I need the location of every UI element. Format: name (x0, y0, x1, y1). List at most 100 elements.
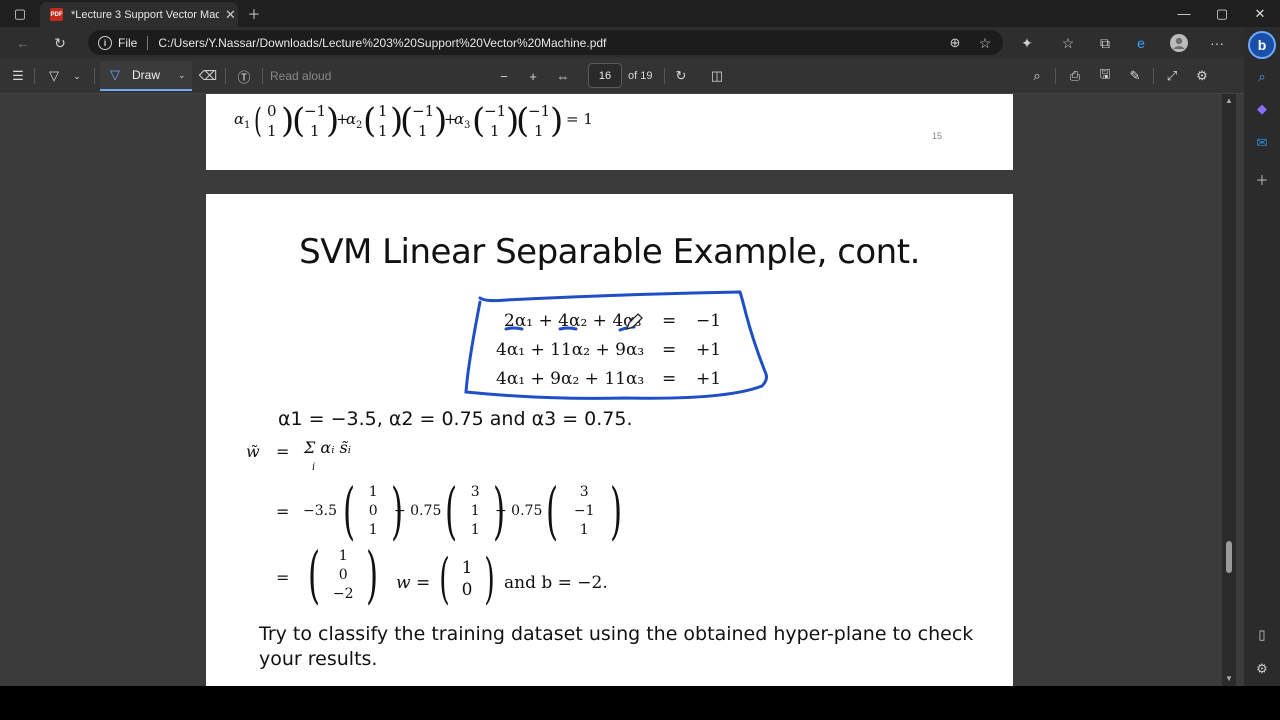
draw-options-chevron-icon[interactable]: ⌄ (178, 70, 186, 81)
alpha-solution: α1 = −3.5, α2 = 0.75 and α3 = 0.75. (278, 408, 633, 430)
save-as-icon[interactable]: ✎ (1125, 64, 1145, 88)
add-text-icon[interactable]: Ⓣ (234, 64, 254, 88)
scroll-thumb[interactable] (1226, 541, 1232, 573)
address-bar[interactable]: i File C:/Users/Y.Nassar/Downloads/Lectu… (88, 30, 1003, 55)
browser-window: ▢ PDF *Lecture 3 Support Vector Machine … (0, 0, 1280, 720)
profile-avatar[interactable] (1167, 31, 1191, 55)
highlight-options-chevron-icon[interactable]: ⌄ (70, 64, 84, 88)
edge-sidebar: b ⌕ ◆ ✉ ＋ ▯ ⚙ (1244, 27, 1280, 686)
fullscreen-icon[interactable]: ⤢ (1162, 64, 1182, 88)
address-url[interactable]: C:/Users/Y.Nassar/Downloads/Lecture%203%… (158, 36, 606, 50)
copilot-icon[interactable]: b (1248, 31, 1276, 59)
draw-button[interactable]: ▽ Draw ⌄ (100, 61, 192, 91)
svg-text:(: ( (254, 100, 262, 140)
svg-text:−1: −1 (304, 102, 326, 120)
sidebar-search-icon[interactable]: ⌕ (1250, 65, 1274, 89)
svg-text:1: 1 (267, 122, 277, 140)
vector-value: 1 (338, 547, 348, 564)
zoom-out-icon[interactable]: − (494, 64, 514, 88)
equals-sign-2: = (276, 502, 290, 521)
settings-icon[interactable]: ⚙ (1192, 64, 1212, 88)
info-icon[interactable]: i (98, 35, 112, 50)
vector-value: 1 (470, 521, 480, 538)
edge-shopping-icon[interactable]: e (1129, 31, 1153, 55)
zoom-in-icon[interactable]: + (523, 64, 543, 88)
left-paren: ( (445, 474, 458, 547)
eraser-icon[interactable]: ⌫ (198, 64, 218, 88)
save-icon[interactable]: 🖫 (1095, 64, 1115, 88)
toolbar-divider (664, 68, 665, 84)
equals-sign-3: = (276, 568, 290, 587)
svg-text:= 1: = 1 (566, 110, 593, 128)
w-label: w = (396, 573, 431, 593)
vector-value: 3 (470, 483, 480, 500)
left-paren: ( (343, 474, 356, 547)
more-menu-icon[interactable]: ··· (1205, 31, 1229, 55)
svg-text:−1: −1 (528, 102, 550, 120)
sidebar-settings-icon[interactable]: ⚙ (1250, 657, 1274, 681)
svg-text:α: α (234, 110, 244, 128)
vector-s3: ( 3 −1 1 ) (540, 480, 628, 542)
right-paren: ) (610, 474, 623, 547)
maximize-icon[interactable]: ▢ (1202, 0, 1242, 27)
page-number-input[interactable]: 16 (588, 63, 622, 88)
system-eq-2-rhs: +1 (696, 340, 722, 360)
coefficient-1: −3.5 (303, 503, 337, 519)
left-paren: ( (546, 474, 559, 547)
add-favorite-icon[interactable]: ☆ (973, 31, 997, 55)
search-icon[interactable]: ⌕ (1027, 64, 1047, 88)
bottom-band (0, 686, 1280, 720)
vertical-scrollbar[interactable]: ▲ ▼ (1222, 94, 1236, 686)
rotate-icon[interactable]: ↻ (671, 64, 691, 88)
highlight-icon[interactable]: ▽ (44, 64, 64, 88)
right-paren: ) (366, 538, 379, 611)
favorites-icon[interactable]: ☆ (1056, 31, 1080, 55)
toolbar-divider (262, 68, 263, 84)
collections-icon[interactable]: ⧉ (1093, 31, 1117, 55)
close-window-icon[interactable]: ✕ (1240, 0, 1280, 27)
vector-value: 1 (368, 483, 378, 500)
pdf-file-icon: PDF (50, 8, 63, 21)
back-icon[interactable]: ← (11, 31, 35, 55)
sidebar-add-icon[interactable]: ＋ (1250, 167, 1274, 191)
refresh-icon[interactable]: ↻ (48, 31, 72, 55)
sidebar-app-icon[interactable]: ◆ (1250, 97, 1274, 121)
sidebar-toggle-icon[interactable]: ▯ (1250, 623, 1274, 647)
svg-text:−1: −1 (484, 102, 506, 120)
toolbar-divider (34, 68, 35, 84)
sum-index: i (312, 462, 316, 473)
toolbar-divider (1153, 68, 1154, 84)
address-divider (147, 35, 149, 50)
zoom-icon[interactable]: ⊕ (943, 31, 967, 55)
browser-tab[interactable]: PDF *Lecture 3 Support Vector Machine ✕ (40, 2, 238, 27)
system-eq-2-lhs: 4α₁ + 11α₂ + 9α₃ (496, 340, 645, 360)
scroll-down-icon[interactable]: ▼ (1225, 674, 1233, 683)
pen-cursor-icon (625, 313, 643, 331)
read-aloud-button[interactable]: Read aloud (270, 64, 331, 88)
scroll-up-icon[interactable]: ▲ (1225, 96, 1233, 105)
fit-page-icon[interactable]: ⇔ (553, 64, 573, 88)
left-paren: ( (439, 547, 450, 610)
tab-actions-icon[interactable]: ▢ (0, 0, 40, 27)
svg-text:α: α (346, 110, 356, 128)
b-value: and b = −2. (504, 573, 608, 593)
extensions-icon[interactable]: ✦ (1015, 31, 1039, 55)
page-total: of 19 (628, 70, 653, 82)
pdf-viewer[interactable]: α1 ( 01 ) ( −1 1 ) + α 2 ( 11 ) ( −1 1 ) + α 3… (0, 94, 1222, 686)
page-view-icon[interactable]: ◫ (707, 64, 727, 88)
contents-icon[interactable]: ☰ (8, 64, 28, 88)
toolbar-divider (94, 68, 95, 84)
coefficient-3: + 0.75 (495, 503, 543, 519)
instruction-text: Try to classify the training dataset usi… (259, 623, 974, 670)
w-vector-values: 1 0 (455, 557, 479, 601)
system-eq-3-rhs: +1 (696, 369, 722, 389)
outlook-icon[interactable]: ✉ (1250, 131, 1274, 155)
minimize-icon[interactable]: — (1164, 0, 1204, 27)
toolbar-divider (1055, 68, 1056, 84)
vector-value: 1 (579, 521, 589, 538)
coefficient-2: + 0.75 (394, 503, 442, 519)
vector-value: 3 (579, 483, 589, 500)
new-tab-icon[interactable]: ＋ (234, 0, 274, 27)
equals-sign-1: = (276, 442, 290, 461)
print-icon[interactable]: ⎙ (1065, 64, 1085, 88)
